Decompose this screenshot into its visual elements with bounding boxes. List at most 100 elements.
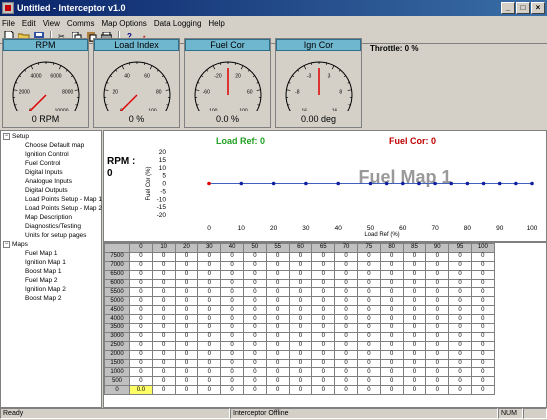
table-cell[interactable]: 0 <box>265 323 290 333</box>
table-cell[interactable]: 0 <box>220 260 244 271</box>
table-cell[interactable]: 0 <box>129 349 153 360</box>
table-cell[interactable]: 0 <box>129 260 153 271</box>
table-cell[interactable]: 0 <box>265 260 290 271</box>
table-cell[interactable]: 0 <box>402 340 427 351</box>
table-cell[interactable]: 0 <box>334 376 358 387</box>
table-cell[interactable]: 0 <box>425 340 450 351</box>
table-cell[interactable]: 0 <box>448 314 472 325</box>
table-cell[interactable]: 0 <box>425 260 450 271</box>
table-cell[interactable]: 0 <box>311 367 336 378</box>
table-cell[interactable]: 0 <box>311 314 336 325</box>
table-cell[interactable]: 0 <box>242 269 267 280</box>
table-cell[interactable]: 0 <box>379 260 404 271</box>
table-cell[interactable]: 0 <box>129 287 153 298</box>
table-cell[interactable]: 0 <box>151 260 176 271</box>
table-cell[interactable]: 0 <box>425 349 450 360</box>
table-cell[interactable]: 0 <box>220 358 244 369</box>
tree-item[interactable]: Fuel Control <box>25 160 60 167</box>
table-cell[interactable]: 0 <box>174 269 199 280</box>
table-cell[interactable]: 0 <box>288 251 313 262</box>
table-cell[interactable]: 0 <box>402 385 427 396</box>
table-cell[interactable]: 0 <box>197 269 222 280</box>
table-cell[interactable]: 0 <box>425 323 450 333</box>
table-cell[interactable]: 0 <box>151 287 176 298</box>
table-cell[interactable]: 0 <box>379 323 404 333</box>
menu-map-options[interactable]: Map Options <box>101 19 146 28</box>
table-cell[interactable]: 0 <box>288 278 313 289</box>
table-cell[interactable]: 0 <box>379 305 404 316</box>
tree-item[interactable]: Ignition Map 2 <box>25 286 66 293</box>
table-cell[interactable]: 0 <box>311 296 336 307</box>
table-cell[interactable]: 0 <box>448 331 472 342</box>
tree-item[interactable]: Map Description <box>25 214 72 221</box>
table-cell[interactable]: 0 <box>379 331 404 342</box>
table-cell[interactable]: 0 <box>425 314 450 325</box>
table-cell[interactable]: 0 <box>470 251 495 262</box>
table-cell[interactable]: 0 <box>220 251 244 262</box>
table-cell[interactable]: 0 <box>470 305 495 316</box>
table-cell[interactable]: 0 <box>242 305 267 316</box>
table-cell[interactable]: 0 <box>311 376 336 387</box>
table-cell[interactable]: 0 <box>265 287 290 298</box>
table-cell[interactable]: 0 <box>197 358 222 369</box>
table-cell[interactable]: 0 <box>334 260 358 271</box>
table-cell[interactable]: 0 <box>402 305 427 316</box>
tree-item[interactable]: Ignition Control <box>25 151 69 158</box>
table-cell[interactable]: 0 <box>265 385 290 396</box>
table-cell[interactable]: 0 <box>288 331 313 342</box>
table-cell[interactable]: 0 <box>151 349 176 360</box>
table-cell[interactable]: 0 <box>129 331 153 342</box>
table-cell[interactable]: 0 <box>151 296 176 307</box>
tree-item[interactable]: Analogue Inputs <box>25 178 72 185</box>
table-cell[interactable]: 0 <box>174 340 199 351</box>
table-cell[interactable]: 0 <box>448 340 472 351</box>
tree-item[interactable]: Units for setup pages <box>25 232 86 239</box>
table-cell[interactable]: 0 <box>356 305 381 316</box>
table-cell[interactable]: 0 <box>242 358 267 369</box>
table-cell[interactable]: 0 <box>265 251 290 262</box>
table-cell[interactable]: 0 <box>174 278 199 289</box>
table-cell[interactable]: 0 <box>220 349 244 360</box>
table-cell[interactable]: 0 <box>197 376 222 387</box>
table-cell[interactable]: 0 <box>334 323 358 333</box>
table-cell[interactable]: 0 <box>174 367 199 378</box>
table-cell[interactable]: 0 <box>356 260 381 271</box>
table-cell[interactable]: 0 <box>151 323 176 333</box>
collapse-icon[interactable]: − <box>3 241 10 248</box>
table-cell[interactable]: 0 <box>197 260 222 271</box>
table-cell[interactable]: 0 <box>151 358 176 369</box>
table-cell[interactable]: 0 <box>311 269 336 280</box>
table-cell[interactable]: 0 <box>220 305 244 316</box>
table-cell[interactable]: 0 <box>288 296 313 307</box>
table-cell[interactable]: 0 <box>129 278 153 289</box>
table-cell[interactable]: 0 <box>470 349 495 360</box>
table-cell[interactable]: 0 <box>470 287 495 298</box>
table-cell[interactable]: 0 <box>334 385 358 396</box>
table-cell[interactable]: 0 <box>448 287 472 298</box>
table-cell[interactable]: 0 <box>311 278 336 289</box>
table-cell[interactable]: 0 <box>129 358 153 369</box>
table-cell[interactable]: 0 <box>265 296 290 307</box>
table-cell[interactable]: 0 <box>470 323 495 333</box>
table-cell[interactable]: 0 <box>242 260 267 271</box>
table-cell[interactable]: 0 <box>470 376 495 387</box>
table-cell[interactable]: 0 <box>356 331 381 342</box>
table-cell[interactable]: 0 <box>220 376 244 387</box>
table-cell[interactable]: 0 <box>334 349 358 360</box>
table-cell[interactable]: 0 <box>151 376 176 387</box>
table-cell[interactable]: 0 <box>174 296 199 307</box>
tree-item[interactable]: Fuel Map 2 <box>25 277 58 284</box>
table-cell[interactable]: 0 <box>379 251 404 262</box>
table-cell[interactable]: 0 <box>242 385 267 396</box>
table-cell[interactable]: 0 <box>334 340 358 351</box>
table-cell[interactable]: 0 <box>334 296 358 307</box>
table-cell[interactable]: 0 <box>174 251 199 262</box>
table-cell[interactable]: 0 <box>311 251 336 262</box>
table-cell[interactable]: 0 <box>448 278 472 289</box>
table-cell[interactable]: 0 <box>242 251 267 262</box>
table-cell[interactable]: 0 <box>470 278 495 289</box>
table-cell[interactable]: 0 <box>356 367 381 378</box>
tree-item[interactable]: Load Points Setup - Map 2 <box>25 205 102 212</box>
table-cell[interactable]: 0 <box>334 314 358 325</box>
table-cell[interactable]: 0 <box>402 358 427 369</box>
